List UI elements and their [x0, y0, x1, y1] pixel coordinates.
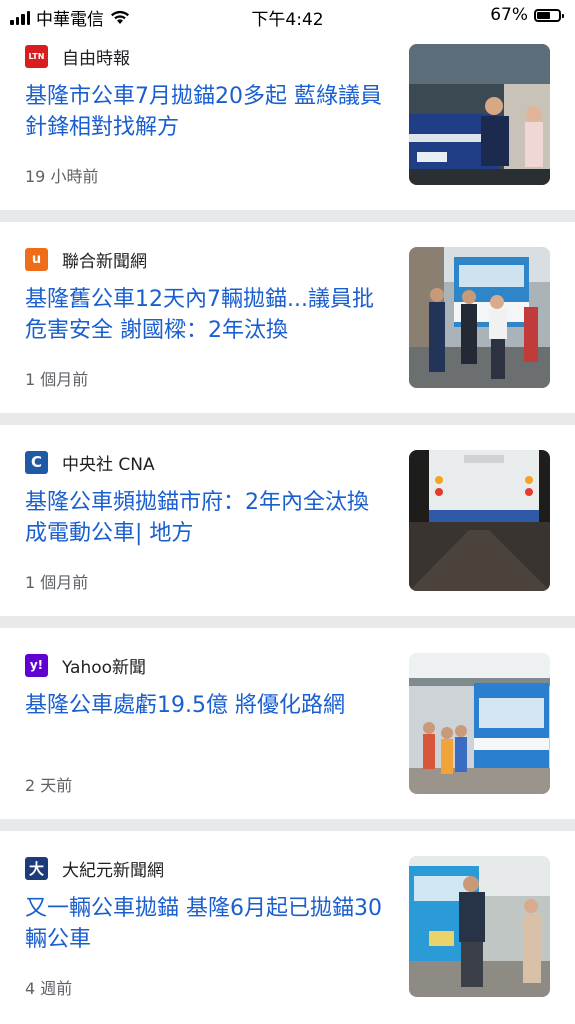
news-card[interactable]: y! Yahoo新聞 基隆公車處虧19.5億 將優化路網 2 天前 [0, 628, 575, 819]
published-time: 1 個月前 [25, 370, 89, 389]
article-thumbnail[interactable] [409, 247, 550, 388]
epoch-times-logo-icon: 大 [25, 856, 48, 880]
article-thumbnail[interactable] [409, 450, 550, 591]
udn-logo-icon: u [25, 247, 48, 271]
published-time: 2 天前 [25, 776, 73, 795]
source-name: 自由時報 [62, 48, 130, 69]
headline-link[interactable]: 基隆公車頻拋錨市府：2年內全汰換成電動公車| 地方 [25, 487, 390, 549]
article-thumbnail[interactable] [409, 653, 550, 794]
bus-station-photo [409, 653, 550, 794]
street-bus-photo [409, 247, 550, 388]
ltn-logo-icon: LTN [25, 44, 48, 68]
night-bus-photo [409, 450, 550, 591]
yahoo-logo-icon: y! [25, 653, 48, 677]
published-time: 19 小時前 [25, 167, 99, 186]
battery-icon [534, 8, 564, 22]
battery-fill [537, 11, 550, 19]
news-card[interactable]: u 聯合新聞網 基隆舊公車12天內7輛拋錨...議員批危害安全 謝國樑：2年汰換… [0, 222, 575, 413]
headline-link[interactable]: 又一輛公車拋錨 基隆6月起已拋錨30輛公車 [25, 893, 390, 955]
battery-percent: 67% [490, 5, 528, 25]
card-divider [0, 413, 575, 425]
headline-link[interactable]: 基隆公車處虧19.5億 將優化路網 [25, 690, 390, 721]
bus-inspection-photo [409, 856, 550, 997]
card-divider [0, 210, 575, 222]
cna-logo-icon: C [25, 450, 48, 474]
article-thumbnail[interactable] [409, 44, 550, 185]
article-thumbnail[interactable] [409, 856, 550, 997]
card-divider [0, 819, 575, 831]
card-divider [0, 616, 575, 628]
news-card[interactable]: C 中央社 CNA 基隆公車頻拋錨市府：2年內全汰換成電動公車| 地方 1 個月… [0, 425, 575, 616]
clock: 下午4:42 [251, 10, 324, 30]
headline-link[interactable]: 基隆市公車7月拋錨20多起 藍綠議員針鋒相對找解方 [25, 81, 390, 143]
source-name: 中央社 CNA [62, 454, 155, 475]
source-name: 大紀元新聞網 [62, 860, 164, 881]
source-name: 聯合新聞網 [62, 251, 147, 272]
news-card[interactable]: LTN 自由時報 基隆市公車7月拋錨20多起 藍綠議員針鋒相對找解方 19 小時… [0, 34, 575, 210]
news-card[interactable]: 大 大紀元新聞網 又一輛公車拋錨 基隆6月起已拋錨30輛公車 4 週前 [0, 831, 575, 1024]
status-bar: 中華電信 下午4:42 67% [0, 0, 575, 34]
bus-repair-photo [409, 44, 550, 185]
headline-link[interactable]: 基隆舊公車12天內7輛拋錨...議員批危害安全 謝國樑：2年汰換 [25, 284, 390, 346]
published-time: 1 個月前 [25, 573, 89, 592]
source-name: Yahoo新聞 [62, 657, 147, 678]
published-time: 4 週前 [25, 979, 73, 998]
